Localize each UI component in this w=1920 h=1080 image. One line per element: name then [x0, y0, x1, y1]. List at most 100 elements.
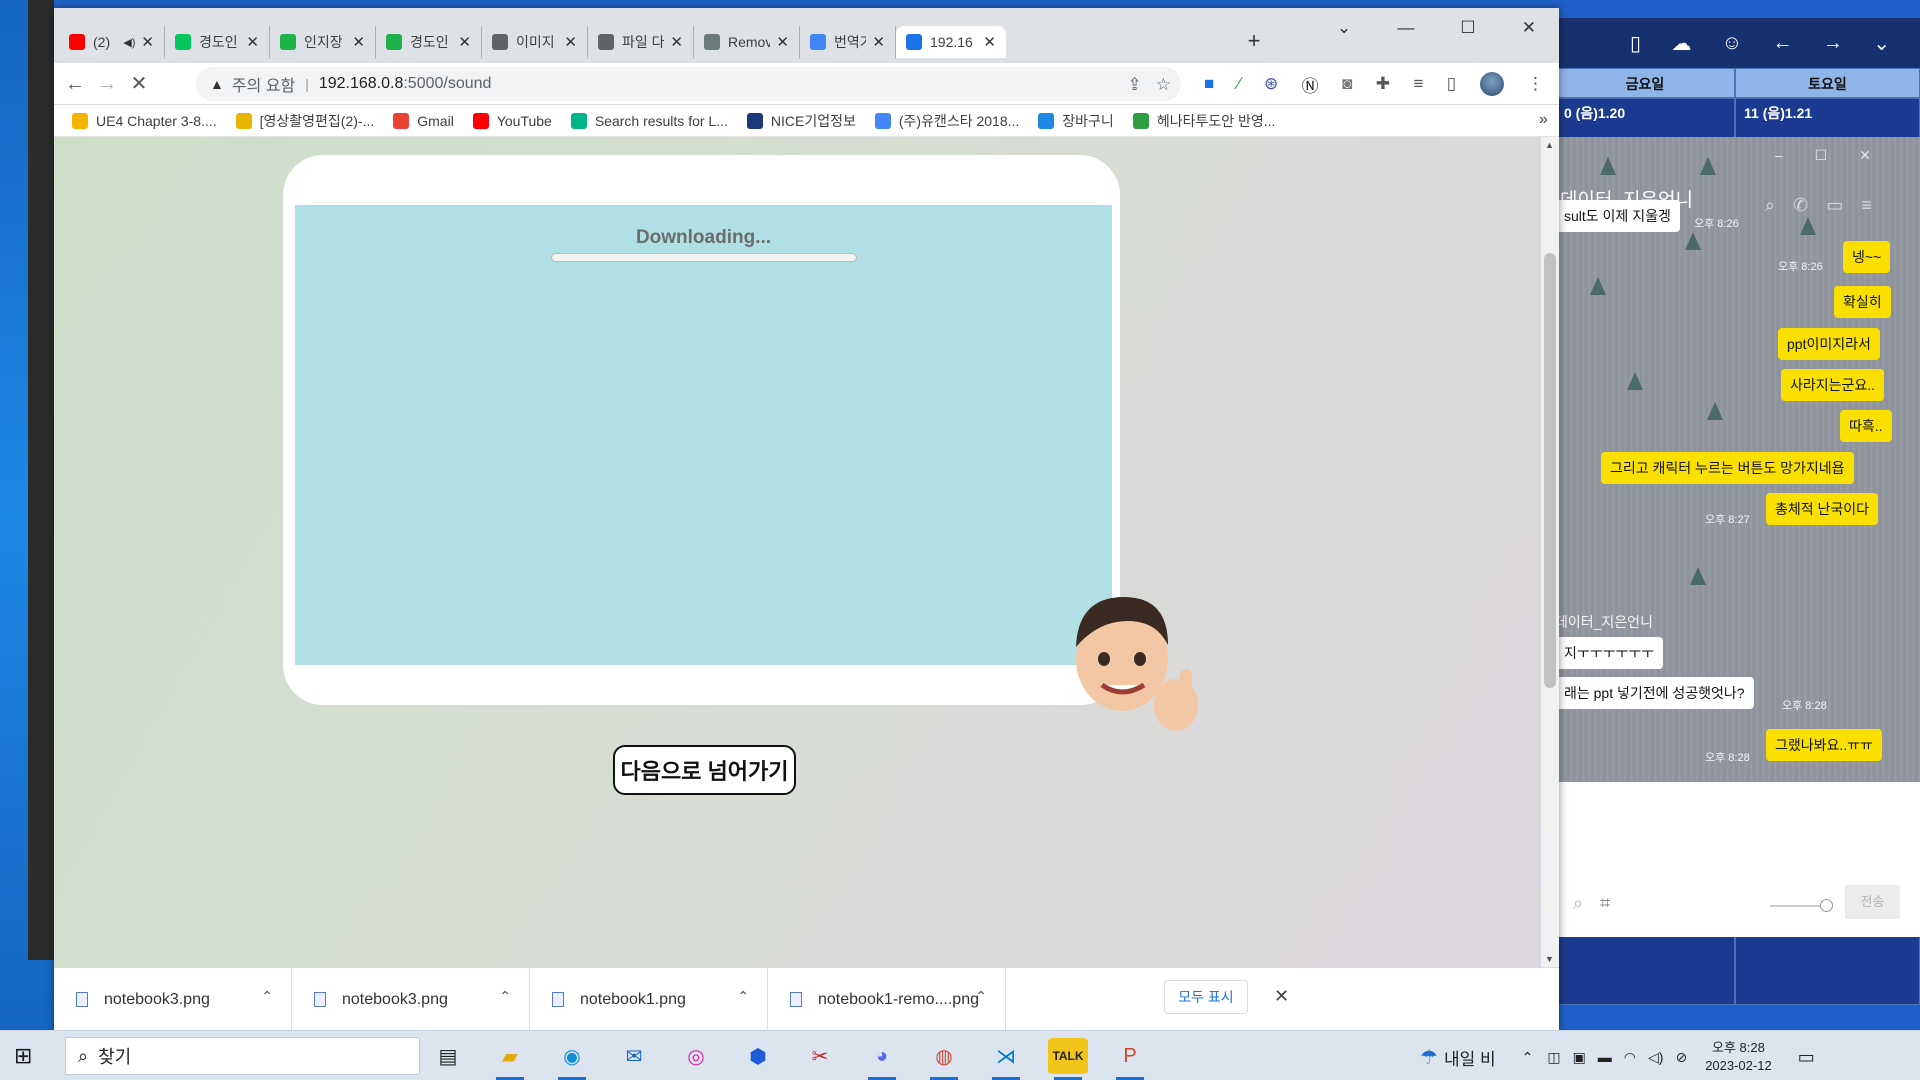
crop-icon[interactable]: ⌗ [1600, 893, 1610, 914]
display-icon[interactable]: ▣ [1573, 1049, 1586, 1066]
speaker-icon[interactable]: ◀) [123, 36, 135, 49]
video-icon[interactable]: ▭ [1826, 195, 1861, 215]
mail-icon[interactable]: ✉ [614, 1038, 654, 1074]
bookmarks-more[interactable]: » [1539, 111, 1548, 129]
extension-icon[interactable]: ⊛ [1264, 74, 1278, 94]
calendar-cell-saturday[interactable]: 11 (음)1.21 [1735, 98, 1920, 138]
wifi-icon[interactable]: ◠ [1624, 1049, 1636, 1066]
arrow-left-icon[interactable]: ← [1773, 32, 1793, 55]
chat-window-controls[interactable]: ‒ ☐ ✕ [1775, 147, 1885, 164]
download-item[interactable]: notebook1.png ⌃ [530, 968, 768, 1031]
new-tab-button[interactable]: + [1239, 26, 1269, 56]
next-button[interactable]: 다음으로 넘어가기 [613, 745, 796, 795]
download-item[interactable]: notebook3.png ⌃ [54, 968, 292, 1031]
bookmark-item[interactable]: YouTube [472, 112, 552, 129]
clock[interactable]: 오후 8:28 2023-02-12 [1705, 1039, 1772, 1075]
notion-icon[interactable]: Ⓝ [1302, 72, 1319, 97]
bookmark-item[interactable]: Gmail [393, 112, 454, 129]
profile-avatar[interactable] [1479, 72, 1504, 96]
maximize-icon[interactable]: ☐ [1460, 18, 1475, 48]
task-view-icon[interactable]: ▤ [428, 1038, 468, 1074]
discord-icon[interactable]: ◕ [862, 1038, 902, 1080]
chevron-down-icon[interactable]: ⌄ [1873, 31, 1890, 56]
vscode-icon[interactable]: ⋊ [986, 1038, 1026, 1080]
chat-slider-track[interactable] [1770, 905, 1825, 907]
notification-icon[interactable]: ▭ [1798, 1047, 1815, 1068]
tab-close-icon[interactable]: ✕ [458, 33, 471, 51]
tab[interactable]: (2) ◀) ✕ [59, 26, 165, 58]
send-button[interactable]: 전송 [1845, 885, 1900, 919]
bookmark-star-icon[interactable]: ☆ [1156, 75, 1171, 95]
cloud-icon[interactable]: ☁ [1671, 31, 1691, 56]
more-menu-icon[interactable]: ⋮ [1527, 74, 1544, 94]
instagram-icon[interactable]: ◎ [676, 1038, 716, 1074]
tab[interactable]: 파일 다 ✕ [588, 26, 694, 58]
user-icon[interactable]: ☺ [1722, 32, 1742, 55]
call-icon[interactable]: ✆ [1793, 195, 1826, 215]
chevron-up-icon[interactable]: ⌃ [499, 988, 511, 1005]
tab-close-icon[interactable]: ✕ [872, 33, 885, 51]
search-icon[interactable]: ⌕ [1765, 195, 1793, 215]
tab-close-icon[interactable]: ✕ [776, 33, 789, 51]
tab-close-icon[interactable]: ✕ [352, 33, 365, 51]
file-explorer-icon[interactable]: ▰ [490, 1038, 530, 1080]
extension-icon[interactable]: ∕ [1238, 74, 1241, 94]
bookmark-item[interactable]: Search results for L... [570, 112, 728, 129]
tab-close-icon[interactable]: ✕ [983, 33, 996, 51]
tab-close-icon[interactable]: ✕ [564, 33, 577, 51]
tab[interactable]: 192.16 ✕ [896, 26, 1006, 58]
minimize-icon[interactable]: — [1397, 18, 1414, 48]
snip-icon[interactable]: ✂ [800, 1038, 840, 1074]
security-label[interactable]: 주의 요함 [232, 72, 295, 96]
edge-icon[interactable]: ◉ [552, 1038, 592, 1080]
close-icon[interactable]: ✕ [1522, 18, 1536, 48]
phone-icon[interactable]: ▯ [1630, 31, 1641, 56]
share-icon[interactable]: ⇪ [1128, 75, 1142, 95]
download-item[interactable]: notebook1-remo....png ⌃ [768, 968, 1006, 1031]
bookmark-item[interactable]: 헤나타투도안 반영... [1132, 111, 1275, 131]
chevron-up-icon[interactable]: ⌃ [261, 988, 273, 1005]
tab-search-icon[interactable]: ⌄ [1337, 18, 1351, 48]
calendar-cell[interactable] [1735, 935, 1920, 1005]
forward-icon[interactable]: → [94, 71, 120, 97]
tab[interactable]: 경도인 ✕ [165, 26, 270, 58]
chrome-icon[interactable]: ◍ [924, 1038, 964, 1080]
attach-icon[interactable]: ⌕ [1573, 893, 1583, 914]
chevron-up-icon[interactable]: ⌃ [975, 988, 987, 1005]
scroll-up-icon[interactable]: ▲ [1545, 140, 1554, 150]
powerpoint-icon[interactable]: P [1110, 1038, 1150, 1080]
bookmark-item[interactable]: NICE기업정보 [746, 111, 856, 131]
scroll-down-icon[interactable]: ▼ [1545, 954, 1554, 964]
address-bar[interactable]: ▲ 주의 요함 | 192.168.0.8:5000/sound ⇪ ☆ [196, 67, 1181, 101]
volume-icon[interactable]: ◁) [1648, 1049, 1663, 1066]
close-icon[interactable]: ✕ [1274, 986, 1289, 1007]
bookmark-item[interactable]: 장바구니 [1038, 111, 1114, 131]
download-item[interactable]: notebook3.png ⌃ [292, 968, 530, 1031]
taskbar-search-input[interactable]: ⌕ 찾기 [65, 1037, 420, 1075]
tab-close-icon[interactable]: ✕ [670, 33, 683, 51]
warning-icon[interactable]: ▲ [210, 76, 224, 92]
chevron-up-icon[interactable]: ⌃ [1522, 1049, 1534, 1066]
weather-rain-icon[interactable]: ☂ [1420, 1045, 1438, 1070]
tab-close-icon[interactable]: ✕ [246, 33, 259, 51]
bookmark-item[interactable]: (주)유캔스타 2018... [874, 111, 1019, 131]
show-all-downloads-button[interactable]: 모두 표시 [1164, 980, 1248, 1014]
tab[interactable]: 이미지 ✕ [482, 26, 588, 58]
scrollbar-thumb[interactable] [1544, 253, 1556, 688]
back-icon[interactable]: ← [62, 71, 88, 97]
battery-icon[interactable]: ▬ [1598, 1049, 1612, 1065]
bookmark-item[interactable]: UE4 Chapter 3-8.... [72, 112, 217, 129]
windows-start-icon[interactable]: ⊞ [14, 1043, 32, 1069]
no-sign-icon[interactable]: ⊘ [1675, 1049, 1687, 1066]
camera-icon[interactable]: ◙ [1342, 74, 1352, 94]
side-panel-icon[interactable]: ▯ [1447, 74, 1456, 94]
menu-icon[interactable]: ≡ [1861, 195, 1890, 215]
tab[interactable]: 번역기 ✕ [800, 26, 896, 58]
chevron-up-icon[interactable]: ⌃ [737, 988, 749, 1005]
app-blue-icon[interactable]: ⬢ [738, 1038, 778, 1074]
calendar-cell-friday[interactable]: 0 (음)1.20 [1555, 98, 1735, 138]
bookmark-item[interactable]: [영상촬영편집(2)-... [235, 111, 374, 131]
meet-icon[interactable]: ◫ [1547, 1049, 1560, 1066]
tab-close-icon[interactable]: ✕ [141, 33, 154, 51]
media-icon[interactable]: ≡ [1413, 74, 1423, 94]
